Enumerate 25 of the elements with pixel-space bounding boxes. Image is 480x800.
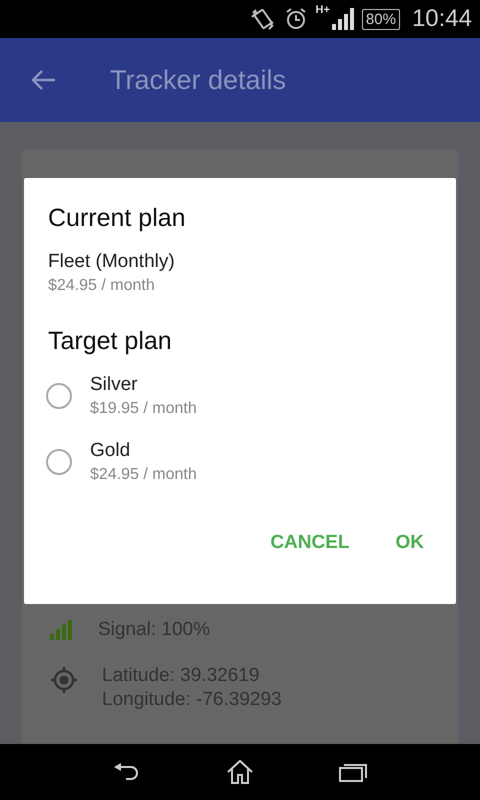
plan-price: $24.95 / month [48,276,155,296]
vibrate-icon [250,7,276,31]
dialog-heading: Current plan [48,204,186,233]
plan-price: $19.95 / month [90,399,197,419]
home-icon[interactable] [226,759,254,785]
plan-name: Silver [90,373,138,397]
crosshair-icon [50,666,78,694]
signal-icon [332,8,354,30]
recent-apps-icon[interactable] [339,762,368,782]
alarm-clock-icon [284,7,308,31]
plan-price: $24.95 / month [90,465,197,485]
back-icon[interactable] [112,762,141,782]
dialog-heading: Target plan [48,327,172,356]
network-type: H+ [316,4,330,16]
plan-name: Fleet (Monthly) [48,250,175,274]
dialog-button[interactable]: CANCEL [254,524,366,562]
radio-button[interactable] [46,449,72,475]
back-arrow-icon[interactable] [30,69,56,91]
battery-level: 80% [362,8,400,30]
screen-title: Tracker details [110,64,286,96]
radio-button[interactable] [46,383,72,409]
clock-time: 10:44 [412,5,472,33]
dialog-button[interactable]: OK [380,524,440,562]
plan-name: Gold [90,439,130,463]
signal-bars-icon [50,620,74,640]
